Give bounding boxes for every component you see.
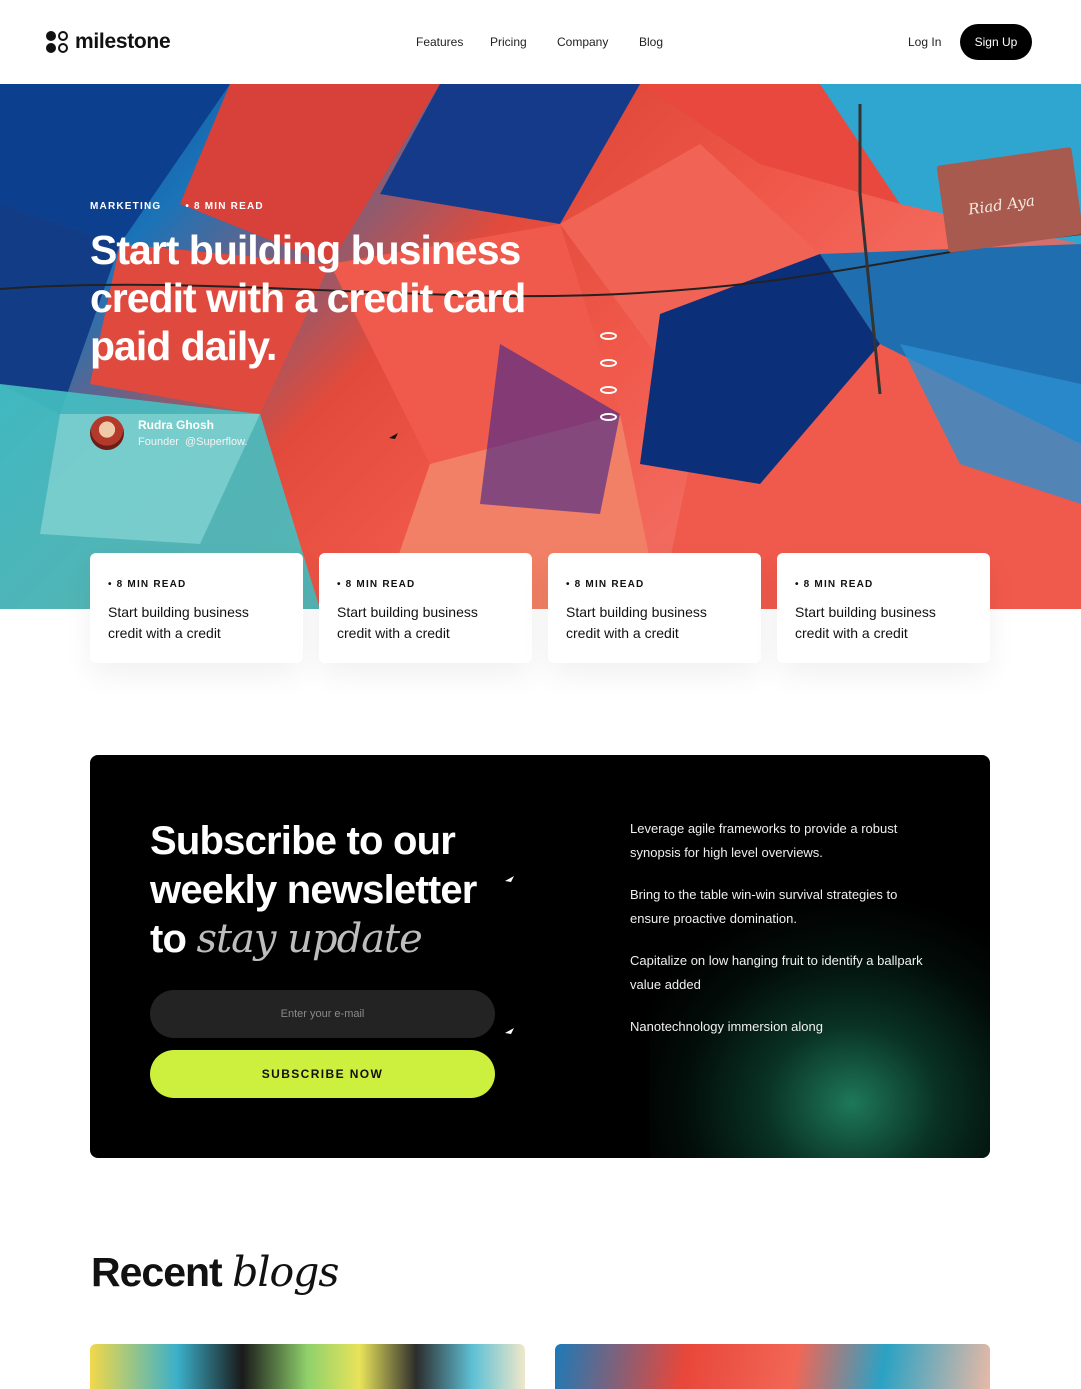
hero-slider-dots xyxy=(600,332,617,421)
author-avatar xyxy=(90,416,124,450)
benefit-item: Nanotechnology immersion along xyxy=(630,1019,823,1034)
featured-cards: • 8 MIN READ Start building business cre… xyxy=(90,553,990,663)
site-header: milestone Features Pricing Company Blog … xyxy=(0,0,1081,84)
blog-thumbnail-mural[interactable] xyxy=(555,1344,990,1389)
author-block: Rudra Ghosh Founder @Superflow. xyxy=(90,416,248,450)
nav-blog[interactable]: Blog xyxy=(639,35,663,49)
subscribe-button[interactable]: SUBSCRIBE NOW xyxy=(150,1050,495,1098)
hero-category[interactable]: MARKETING xyxy=(90,201,161,212)
nav-features[interactable]: Features xyxy=(416,35,463,49)
slider-dot-2[interactable] xyxy=(600,359,617,367)
card-read-time: • 8 MIN READ xyxy=(795,579,874,590)
author-title: Founder xyxy=(138,436,179,448)
featured-card[interactable]: • 8 MIN READ Start building business cre… xyxy=(548,553,761,663)
newsletter-title: Subscribe to our weekly newsletter to st… xyxy=(150,817,510,964)
hero-title[interactable]: Start building business credit with a cr… xyxy=(90,226,560,370)
recent-heading-text: Recent xyxy=(91,1249,233,1295)
cursor-arrow-icon xyxy=(389,433,398,439)
author-handle[interactable]: @Superflow. xyxy=(185,436,248,448)
cursor-arrow-icon xyxy=(505,1028,514,1034)
featured-card[interactable]: • 8 MIN READ Start building business cre… xyxy=(90,553,303,663)
nav-pricing[interactable]: Pricing xyxy=(490,35,527,49)
nav-company[interactable]: Company xyxy=(557,35,608,49)
recent-heading-emphasis: blogs xyxy=(232,1248,339,1296)
card-read-time: • 8 MIN READ xyxy=(108,579,187,590)
slider-dot-1[interactable] xyxy=(600,332,617,340)
newsletter-section: Subscribe to our weekly newsletter to st… xyxy=(90,755,990,1158)
featured-card[interactable]: • 8 MIN READ Start building business cre… xyxy=(319,553,532,663)
hero-meta: MARKETING • 8 MIN READ xyxy=(90,201,264,212)
blog-thumbnail-graffiti[interactable] xyxy=(90,1344,525,1389)
benefit-item: Bring to the table win-win survival stra… xyxy=(630,887,898,926)
login-link[interactable]: Log In xyxy=(908,35,941,49)
card-title[interactable]: Start building business credit with a cr… xyxy=(337,602,514,644)
hero-banner: Riad Aya MARKETING • 8 MIN READ Start bu… xyxy=(0,84,1081,609)
recent-blogs-heading: Recent blogs xyxy=(91,1248,339,1296)
slider-dot-4[interactable] xyxy=(600,413,617,421)
cursor-arrow-icon xyxy=(505,876,514,882)
featured-card[interactable]: • 8 MIN READ Start building business cre… xyxy=(777,553,990,663)
card-title[interactable]: Start building business credit with a cr… xyxy=(795,602,972,644)
card-title[interactable]: Start building business credit with a cr… xyxy=(108,602,285,644)
card-read-time: • 8 MIN READ xyxy=(566,579,645,590)
slider-dot-3[interactable] xyxy=(600,386,617,394)
email-field[interactable] xyxy=(150,990,495,1038)
card-read-time: • 8 MIN READ xyxy=(337,579,416,590)
signup-button[interactable]: Sign Up xyxy=(960,24,1032,60)
author-name: Rudra Ghosh xyxy=(138,418,215,432)
hero-read-time: • 8 MIN READ xyxy=(185,201,264,212)
benefit-item: Leverage agile frameworks to provide a r… xyxy=(630,821,898,860)
benefit-item: Capitalize on low hanging fruit to ident… xyxy=(630,953,923,992)
author-role: Founder @Superflow. xyxy=(138,436,248,448)
newsletter-title-emphasis: stay update xyxy=(196,916,422,962)
card-title[interactable]: Start building business credit with a cr… xyxy=(566,602,743,644)
newsletter-benefits: Leverage agile frameworks to provide a r… xyxy=(630,817,930,1057)
